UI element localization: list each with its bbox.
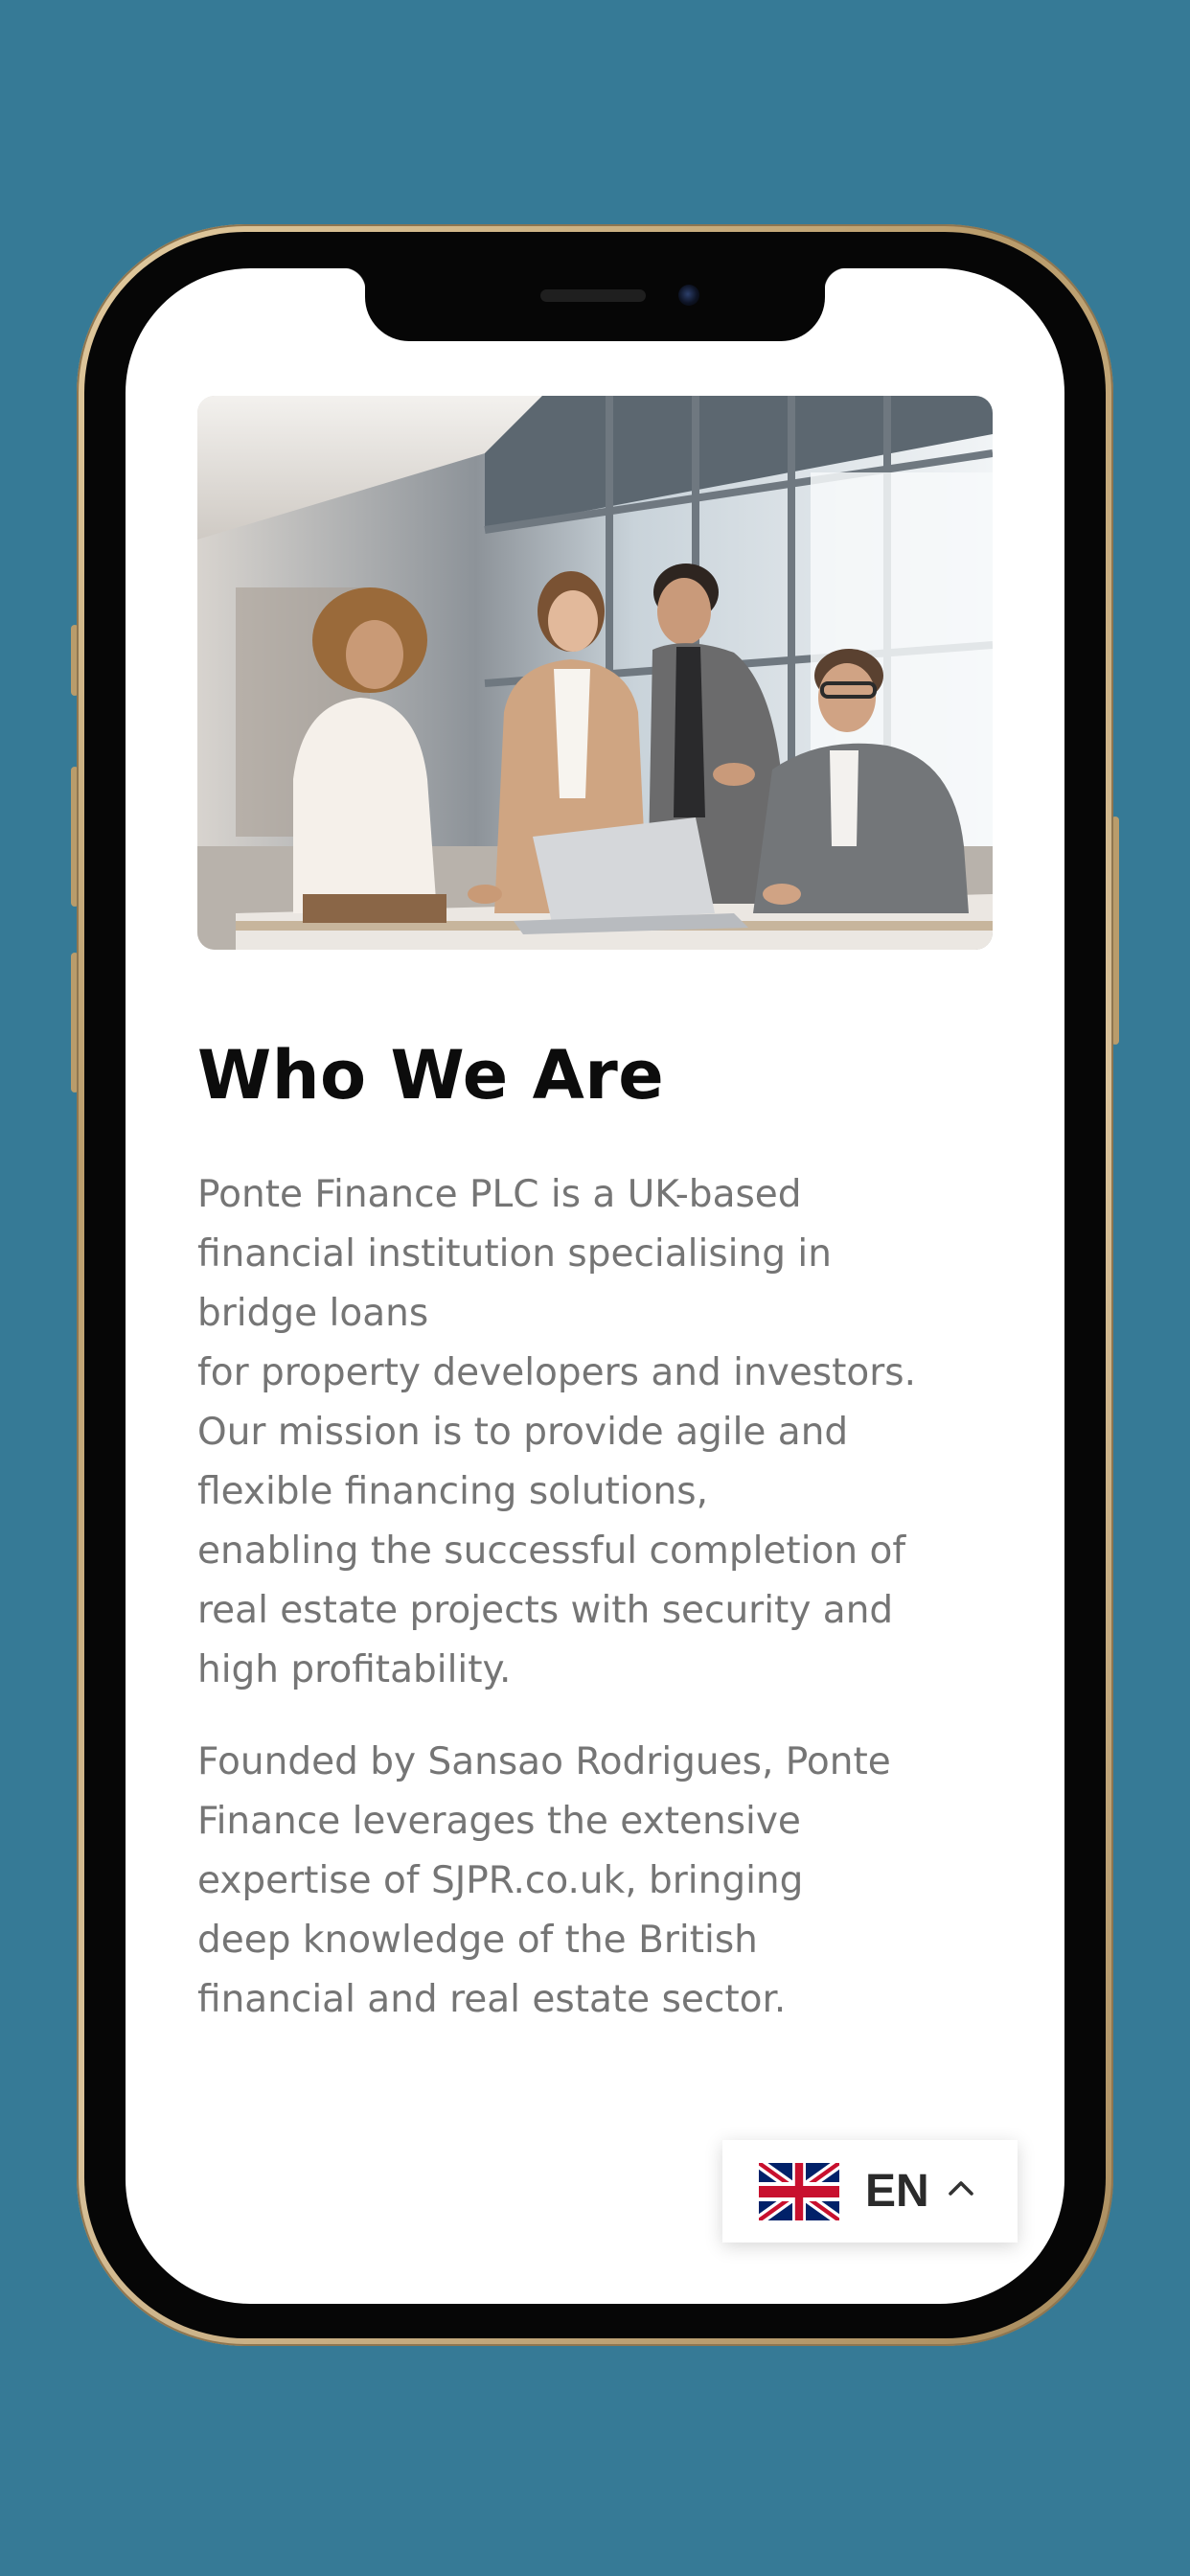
founder-paragraph: Founded by Sansao Rodrigues, Ponte Finan… xyxy=(197,1740,891,2021)
team-meeting-photo xyxy=(197,396,993,950)
team-meeting-illustration xyxy=(197,396,993,950)
front-camera xyxy=(678,285,699,306)
section-title: Who We Are xyxy=(197,1036,665,1115)
language-code: EN xyxy=(865,2166,929,2217)
chevron-up-icon xyxy=(949,2181,973,2196)
uk-flag-icon xyxy=(759,2163,839,2220)
speaker-grille xyxy=(540,289,646,302)
phone-screen: Who We Are Ponte Finance PLC is a UK-bas… xyxy=(126,268,1064,2304)
phone-notch xyxy=(343,268,825,341)
intro-paragraph: Ponte Finance PLC is a UK-based financia… xyxy=(197,1173,917,1691)
language-selector-button[interactable]: EN xyxy=(722,2140,1018,2242)
